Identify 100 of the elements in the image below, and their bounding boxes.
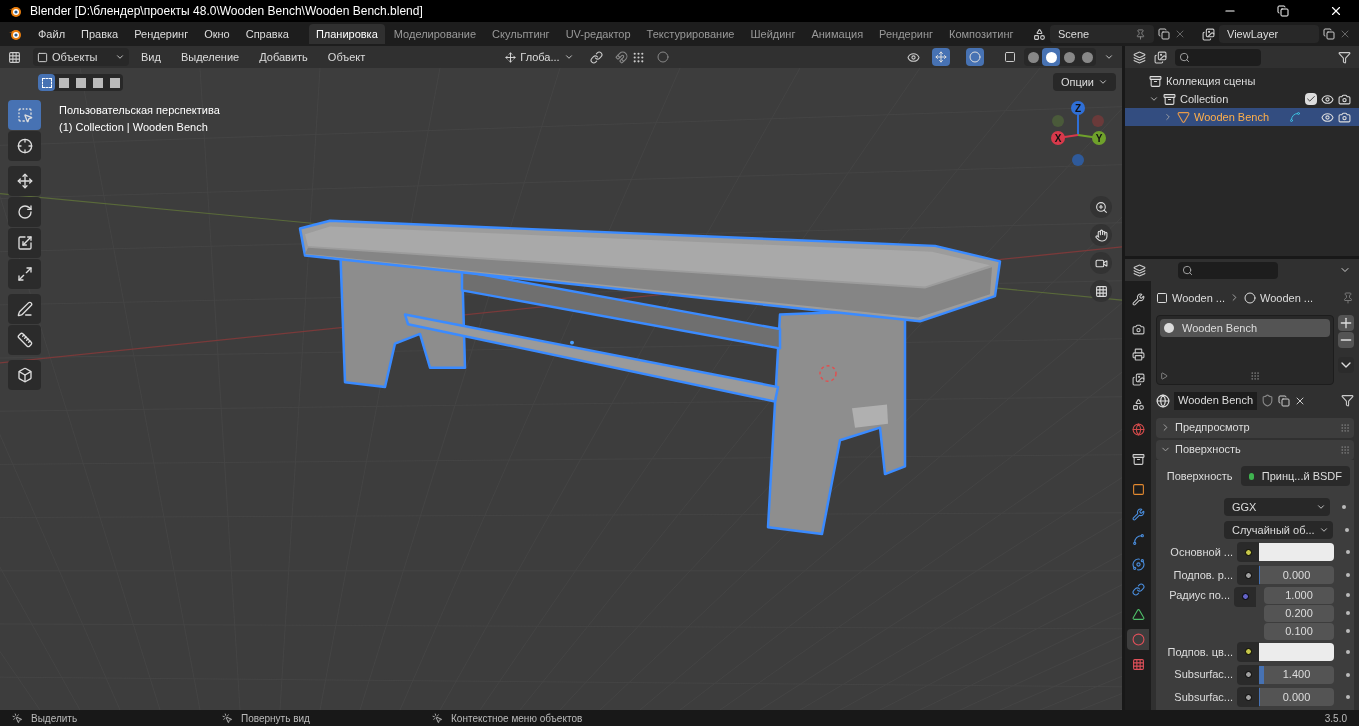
magnet-icon[interactable] <box>614 50 628 64</box>
collection-box-icon[interactable] <box>1163 92 1176 106</box>
menu-item[interactable]: Окно <box>196 25 238 43</box>
exclude-checkbox[interactable] <box>1305 93 1317 105</box>
number-field[interactable]: 0.100 <box>1264 622 1334 640</box>
workspace-tab[interactable]: Анимация <box>804 24 871 44</box>
search-field[interactable] <box>1178 261 1278 279</box>
snap-icon[interactable] <box>631 50 645 64</box>
workspace-tab[interactable]: Рендеринг <box>872 24 941 44</box>
pin-icon[interactable] <box>1342 291 1354 304</box>
workspace-tab[interactable]: UV-редактор <box>558 24 638 44</box>
fake-user-icon[interactable] <box>1261 394 1275 408</box>
camera-icon[interactable] <box>1338 92 1351 106</box>
collection-box-icon[interactable] <box>1149 74 1162 88</box>
eye-icon[interactable] <box>1321 110 1334 124</box>
workspace-tab[interactable]: Моделирование <box>386 24 484 44</box>
menu-item[interactable]: Файл <box>30 25 74 43</box>
display-mode-icon[interactable] <box>1133 50 1146 64</box>
number-slider[interactable]: 0.000 <box>1259 566 1334 585</box>
menu-item[interactable]: Правка <box>73 25 127 43</box>
header-menu[interactable]: Добавить <box>251 48 316 66</box>
toolbar-tool[interactable] <box>8 360 41 390</box>
copy-icon[interactable] <box>1158 28 1170 40</box>
remove-slot-icon[interactable] <box>1338 331 1354 348</box>
header-menu[interactable]: Выделение <box>172 48 248 66</box>
delete-icon[interactable] <box>1339 28 1351 40</box>
dropdown[interactable]: GGX <box>1224 498 1330 517</box>
toolbar-tool[interactable] <box>8 325 41 355</box>
scene-field[interactable]: Scene <box>1050 25 1154 43</box>
close-icon[interactable] <box>1329 4 1343 18</box>
workspace-tab[interactable]: Скульптинг <box>485 24 557 44</box>
camera-icon[interactable] <box>1338 110 1351 124</box>
editor-type-icon[interactable] <box>8 50 21 64</box>
visibility-icon[interactable] <box>907 50 920 64</box>
shading-menu-icon[interactable] <box>1104 52 1114 62</box>
property-label: Поверхность <box>1165 469 1234 485</box>
resize-grip-icon[interactable] <box>1250 370 1260 381</box>
outliner-row[interactable]: Collection <box>1125 90 1359 108</box>
mode-dropdown[interactable]: Объекты <box>33 48 129 66</box>
workspace-tab[interactable]: Шейдинг <box>743 24 803 44</box>
camera-icon <box>1131 323 1145 336</box>
number-field[interactable]: 0.200 <box>1264 604 1334 622</box>
workspace-tab[interactable]: Композитинг <box>942 24 1021 44</box>
scale-icon <box>16 235 33 251</box>
view-layer-field[interactable]: ViewLayer <box>1219 25 1319 43</box>
toolbar-tool[interactable] <box>8 197 41 227</box>
caret-icon <box>1098 77 1108 87</box>
xray-icon[interactable] <box>1004 51 1016 63</box>
toolbar-tool[interactable] <box>8 131 41 161</box>
toolbar-tool[interactable] <box>8 228 41 258</box>
window-title: Blender [D:\блендер\проекты 48.0\Wooden Bench\Wooden Bench.blend] <box>30 3 423 20</box>
header-menu[interactable]: Вид <box>133 48 169 66</box>
copy-icon[interactable] <box>1278 394 1291 407</box>
tool-icon <box>1131 293 1145 306</box>
blender-logo-icon <box>8 4 22 18</box>
object-info-text: (1) Collection | Wooden Bench <box>59 120 208 135</box>
view-layer-icon[interactable] <box>1202 27 1215 41</box>
panel-header[interactable]: Поверхность <box>1156 439 1354 460</box>
shading-sphere[interactable] <box>1042 48 1060 66</box>
expand-triangle-icon[interactable] <box>1160 371 1168 380</box>
workspace-tab[interactable]: Текстурирование <box>639 24 742 44</box>
options-dropdown[interactable]: Опции <box>1052 73 1116 91</box>
gizmo-arrows-icon <box>935 51 947 63</box>
pin-icon[interactable] <box>1135 28 1146 40</box>
color-swatch[interactable] <box>1259 642 1334 661</box>
gizmo-toggle[interactable] <box>932 48 950 66</box>
select-mode-button[interactable] <box>38 74 55 91</box>
add-slot-icon[interactable] <box>1338 314 1354 331</box>
dropdown[interactable]: Случайный об... <box>1224 520 1333 539</box>
number-slider[interactable]: 1.400 <box>1259 665 1334 684</box>
header-menu[interactable]: Объект <box>319 48 374 66</box>
filter-icon[interactable] <box>1338 50 1351 64</box>
number-slider[interactable]: 0.000 <box>1259 688 1334 707</box>
editor-type-icon[interactable] <box>1133 263 1146 277</box>
eye-icon[interactable] <box>1321 92 1334 106</box>
panel-header[interactable]: Предпросмотр <box>1156 417 1354 438</box>
axis-label: Z <box>1074 102 1082 114</box>
shader-selector[interactable]: Принц...й BSDF <box>1240 466 1350 487</box>
toolbar-tool[interactable] <box>8 166 41 196</box>
slot-menu-icon[interactable] <box>1338 356 1354 373</box>
outliner-row[interactable]: Коллекция сцены <box>1125 72 1359 90</box>
toolbar-tool[interactable] <box>8 294 41 324</box>
number-field[interactable]: 1.000 <box>1264 586 1334 604</box>
menu-item[interactable]: Справка <box>237 25 297 43</box>
material-name-field[interactable]: Wooden Bench <box>1174 391 1258 410</box>
copy-icon[interactable] <box>1323 28 1335 40</box>
search-field[interactable] <box>1175 48 1261 66</box>
toolbar-tool[interactable] <box>8 259 41 289</box>
color-swatch[interactable] <box>1259 543 1334 562</box>
orientation-dropdown[interactable]: Глоба... <box>501 48 578 66</box>
overlay-toggle[interactable] <box>966 48 984 66</box>
mesh-triangle-icon[interactable] <box>1177 110 1190 124</box>
scene-shapes-icon[interactable] <box>1033 27 1046 41</box>
material-slot[interactable]: Wooden Bench <box>1160 318 1330 337</box>
delete-icon[interactable] <box>1174 28 1186 40</box>
outliner-row[interactable]: Wooden Bench <box>1125 108 1359 126</box>
workspace-tab[interactable]: Планировка <box>308 24 385 44</box>
view-icon[interactable] <box>1154 50 1167 64</box>
menu-item[interactable]: Рендеринг <box>126 25 197 43</box>
restore-icon[interactable] <box>1277 5 1289 17</box>
